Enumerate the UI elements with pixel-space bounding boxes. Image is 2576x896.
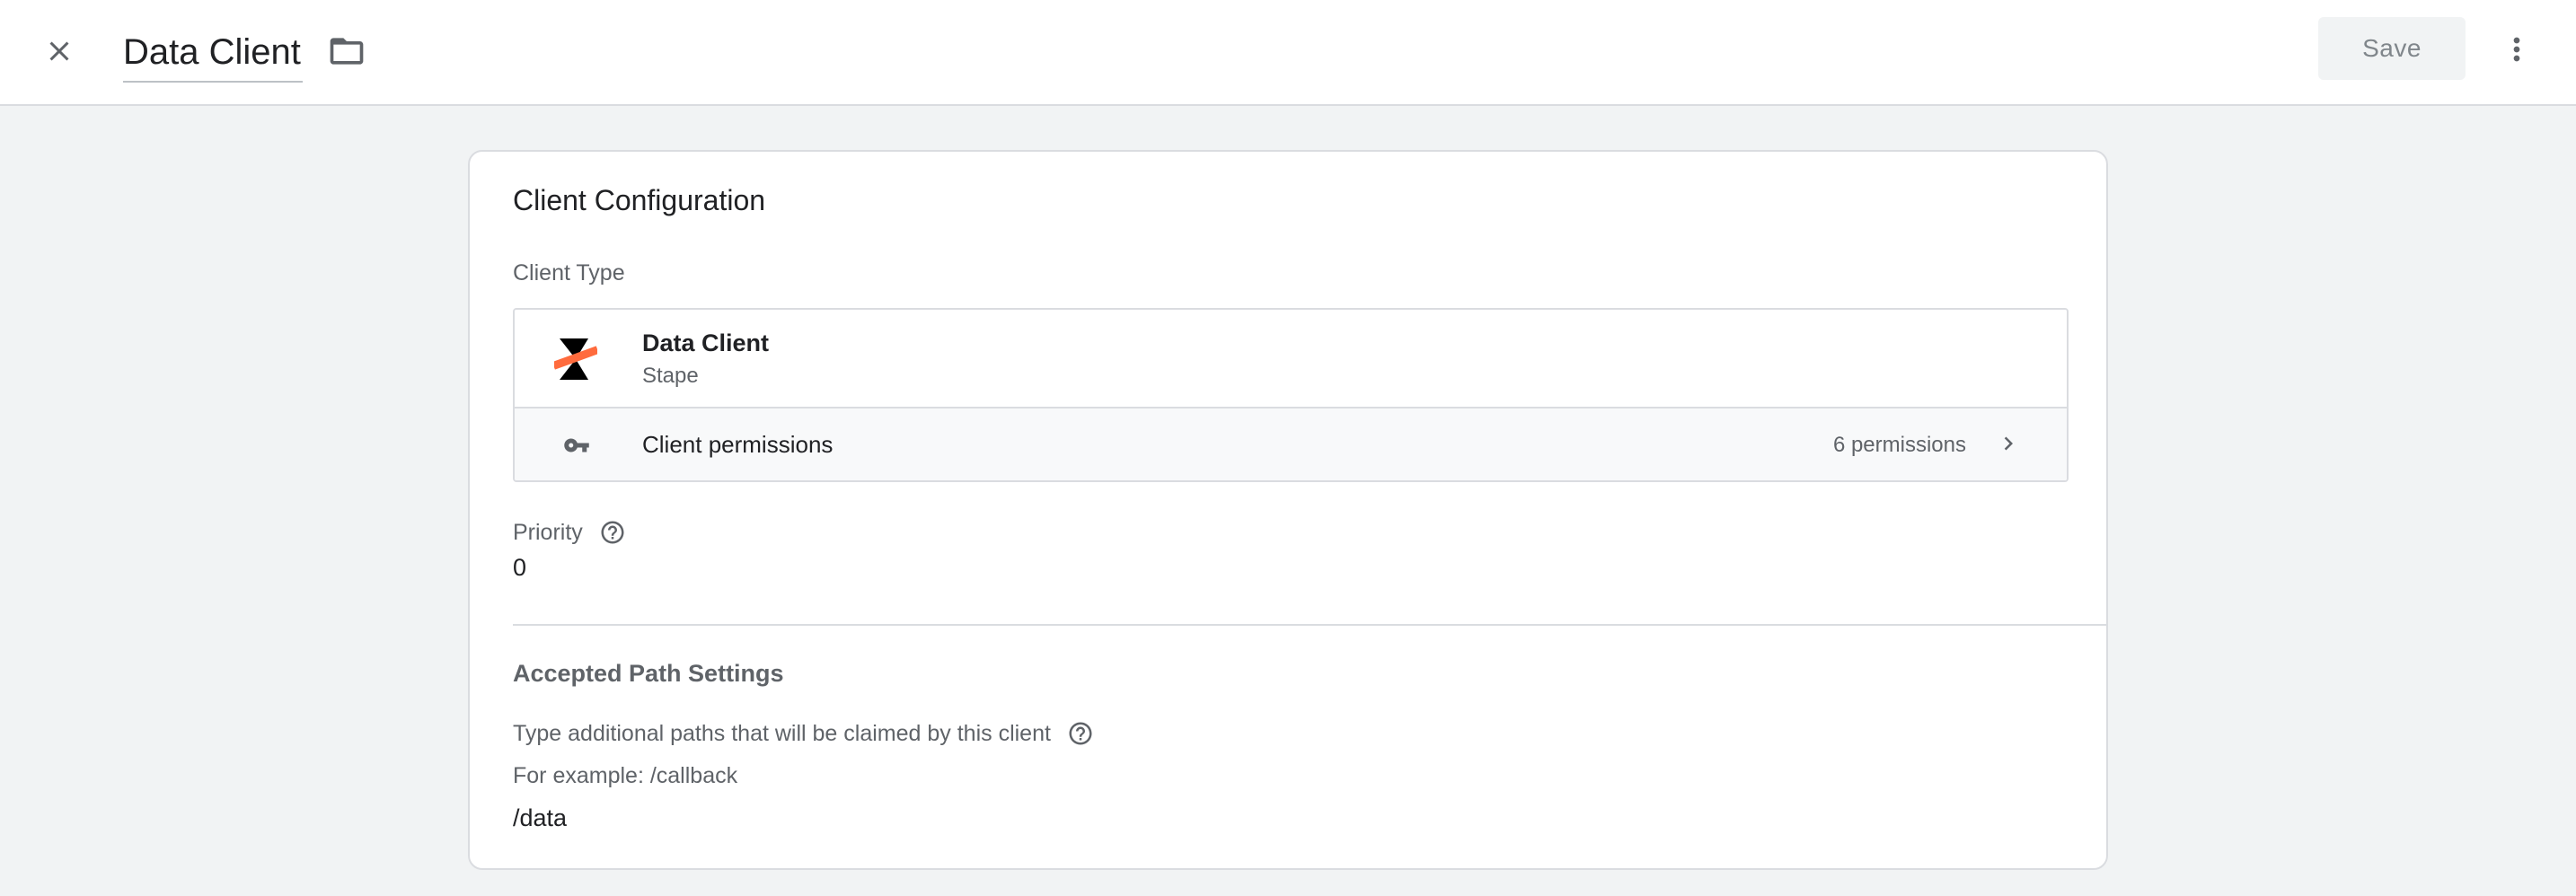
accepted-path-settings-heading: Accepted Path Settings — [513, 660, 784, 687]
more-options-button[interactable] — [2493, 26, 2540, 73]
save-button[interactable]: Save — [2318, 17, 2466, 80]
client-type-row[interactable]: Data Client Stape — [515, 310, 2067, 407]
page-title-field[interactable]: Data Client — [123, 23, 303, 83]
priority-label-group: Priority — [513, 519, 626, 546]
card-title: Client Configuration — [513, 184, 766, 216]
priority-value[interactable]: 0 — [513, 554, 526, 582]
page-title: Data Client — [123, 32, 301, 72]
client-type-name: Data Client — [642, 329, 770, 356]
key-icon — [564, 438, 589, 452]
accepted-paths-description-group: Type additional paths that will be claim… — [513, 720, 1094, 747]
stape-logo — [554, 338, 597, 380]
folder-icon — [330, 38, 364, 65]
client-permissions-row[interactable]: Client permissions 6 permissions — [515, 407, 2067, 480]
client-type-box: Data Client Stape Client permissions 6 p… — [513, 308, 2069, 482]
client-permissions-label: Client permissions — [642, 431, 834, 458]
accepted-paths-example: For example: /callback — [513, 763, 738, 788]
accepted-paths-description: Type additional paths that will be claim… — [513, 720, 1051, 746]
accepted-path-value[interactable]: /data — [513, 804, 567, 832]
close-button[interactable] — [36, 28, 83, 75]
more-vert-icon — [2513, 37, 2520, 62]
close-icon — [49, 41, 69, 61]
top-bar: Data Client Save — [0, 0, 2576, 106]
folder-button[interactable] — [323, 28, 370, 75]
client-type-label: Client Type — [513, 260, 625, 285]
help-icon[interactable] — [1067, 720, 1094, 747]
permissions-count: 6 permissions — [1832, 433, 1966, 457]
client-configuration-card: Client Configuration Client Type Data Cl… — [468, 150, 2108, 870]
chevron-right-icon — [2004, 436, 2013, 451]
help-icon[interactable] — [599, 519, 626, 546]
priority-label: Priority — [513, 519, 583, 545]
section-divider — [513, 624, 2108, 626]
client-type-vendor: Stape — [642, 364, 699, 388]
